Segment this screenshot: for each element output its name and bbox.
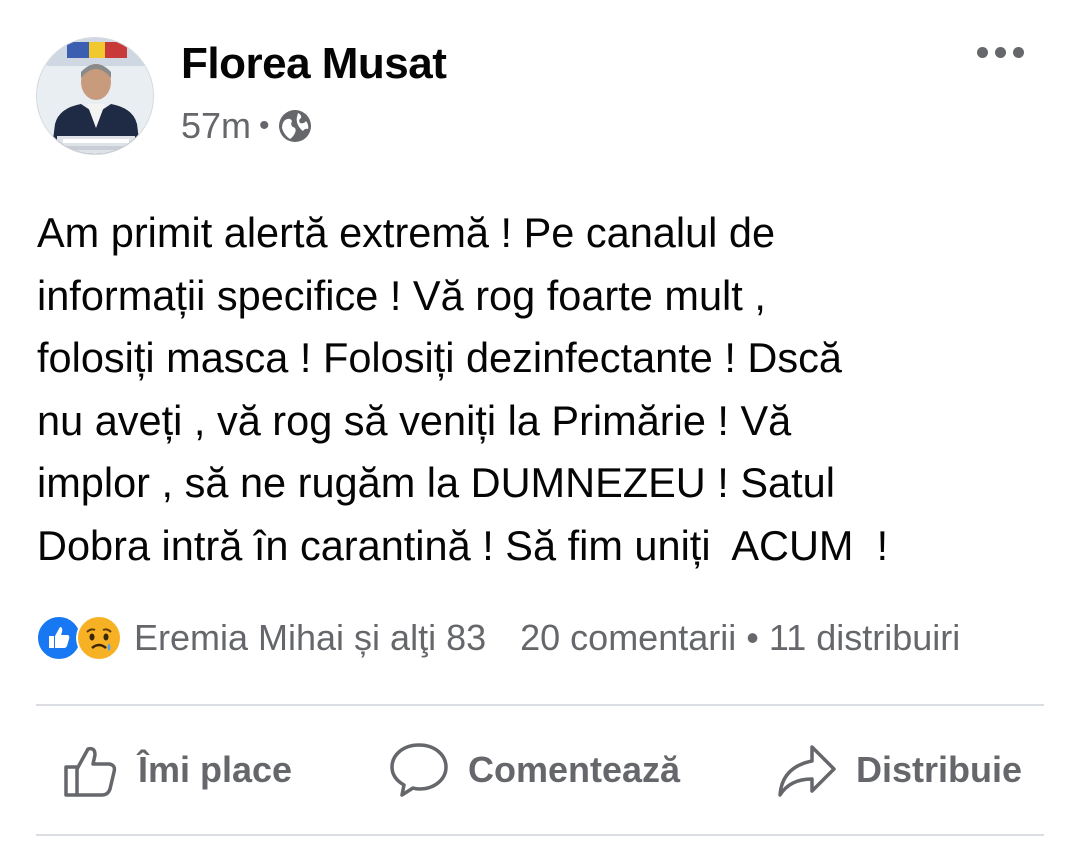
- comment-label: Comentează: [467, 749, 681, 790]
- post-header: Florea Musat 57m •: [36, 37, 1060, 157]
- post-timestamp[interactable]: 57m: [181, 105, 251, 147]
- globe-icon[interactable]: [278, 109, 312, 143]
- share-button[interactable]: Distribuie: [776, 741, 1022, 799]
- avatar-photo: [37, 38, 153, 154]
- thumbs-up-icon: [64, 746, 117, 797]
- comment-icon: [390, 743, 448, 797]
- divider-bottom: [36, 834, 1044, 836]
- more-options-icon[interactable]: [977, 47, 1024, 58]
- post-text: Am primit alertă extremă ! Pe canalul de…: [37, 209, 889, 569]
- post-meta: 57m •: [181, 105, 312, 147]
- shares-count[interactable]: 11 distribuiri: [769, 617, 960, 659]
- comments-count[interactable]: 20 comentarii: [520, 617, 736, 659]
- more-dot: [995, 47, 1006, 58]
- like-label: Îmi place: [138, 749, 293, 790]
- facebook-post: Florea Musat 57m • Am primit alertă extr…: [0, 0, 1080, 852]
- author-avatar[interactable]: [36, 37, 154, 155]
- reactors-text[interactable]: Eremia Mihai și alţi 83: [134, 617, 486, 659]
- share-icon: [778, 745, 836, 797]
- reaction-icons[interactable]: [36, 615, 122, 661]
- like-button[interactable]: Îmi place: [62, 741, 292, 799]
- meta-separator: •: [259, 109, 270, 142]
- comment-button[interactable]: Comentează: [388, 741, 680, 799]
- post-stats: Eremia Mihai și alţi 83 20 comentarii • …: [36, 612, 1044, 664]
- stats-separator: •: [746, 617, 759, 658]
- sad-reaction-icon: [76, 615, 122, 661]
- post-actions: Îmi place Comentează Distribuie: [36, 706, 1044, 834]
- share-label: Distribuie: [855, 749, 1022, 790]
- author-name[interactable]: Florea Musat: [181, 39, 447, 89]
- more-dot: [1013, 47, 1024, 58]
- more-dot: [977, 47, 988, 58]
